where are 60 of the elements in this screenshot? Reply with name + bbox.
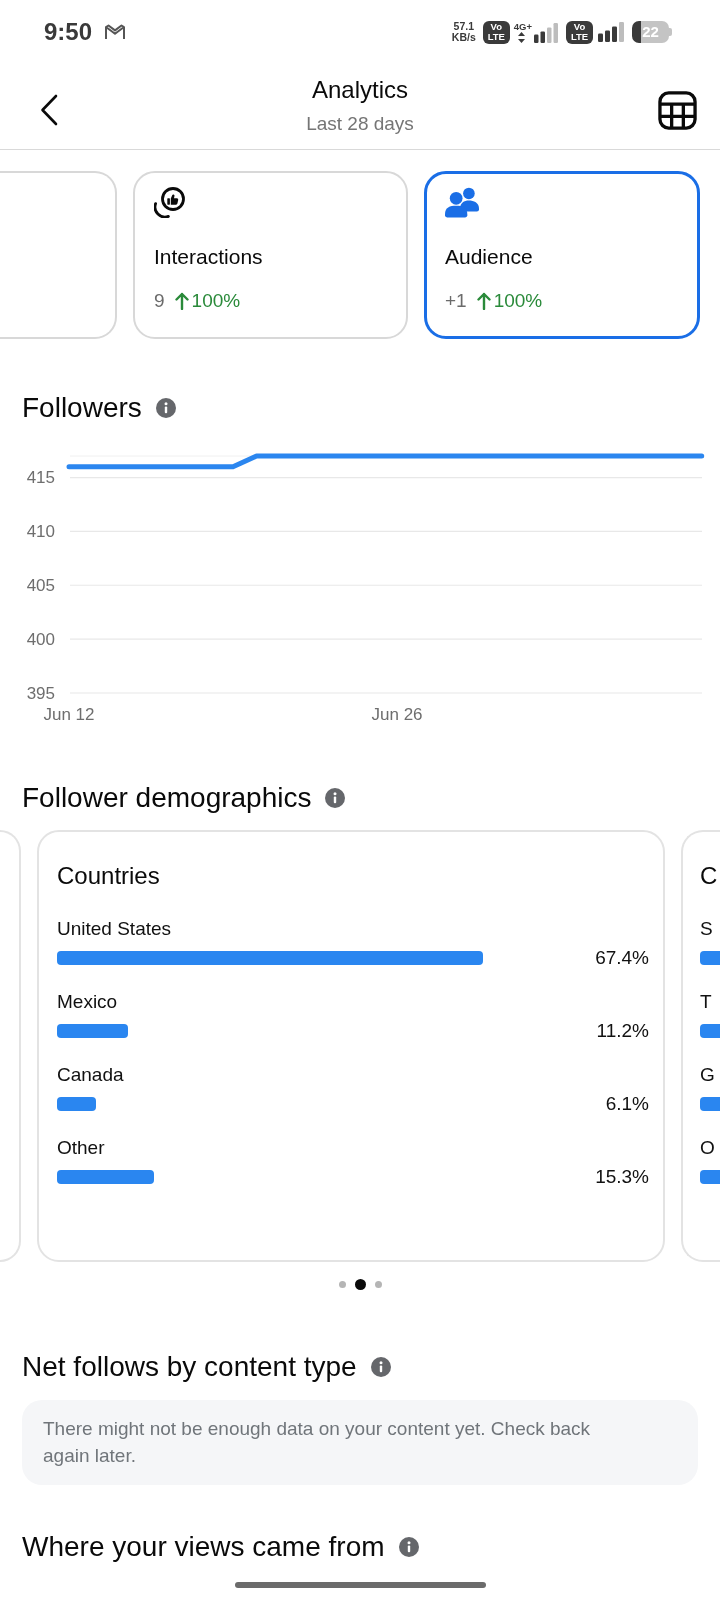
info-icon[interactable] — [370, 1357, 391, 1377]
metric-label: Audience — [445, 244, 533, 270]
y-axis-label: 415 — [26, 468, 55, 488]
share-bar — [700, 951, 720, 965]
country-label: Mexico — [57, 990, 118, 1014]
card-title: Countries — [57, 861, 161, 891]
percentage-value: 67.4% — [595, 946, 649, 970]
section-title: Net follows by content type — [22, 1350, 357, 1384]
battery-indicator: 22 — [632, 21, 672, 43]
change-percent: 100% — [493, 289, 543, 313]
metric-card[interactable]: Interactions 9 100% — [133, 171, 408, 339]
metric-label: Interactions — [154, 244, 263, 270]
country-bar — [57, 1097, 96, 1111]
row-label: O — [700, 1136, 715, 1160]
metric-value: 9 — [154, 289, 165, 313]
change-percent: 100% — [191, 289, 241, 313]
info-icon[interactable] — [155, 398, 176, 418]
section-title: Where your views came from — [22, 1530, 385, 1564]
x-axis-label: Jun 26 — [371, 705, 423, 725]
people-icon — [445, 186, 479, 218]
network-speed: 57.1 KB/s — [451, 21, 476, 43]
thumbs-up-icon — [154, 186, 186, 218]
notice-text: There might not be enough data on your content yet. Check back again later. — [43, 1417, 592, 1469]
metric-value: +1 — [445, 289, 467, 313]
percentage-value: 11.2% — [596, 1019, 649, 1043]
percentage-value: 6.1% — [605, 1092, 649, 1116]
share-bar — [700, 1097, 720, 1111]
row-label: T — [700, 990, 712, 1014]
row-label: G — [700, 1063, 715, 1087]
percentage-value: 15.3% — [595, 1165, 649, 1189]
country-bar — [57, 1024, 128, 1038]
info-icon[interactable] — [325, 788, 346, 808]
section-title: Followers — [22, 391, 142, 425]
page-subtitle: Last 28 days — [306, 112, 414, 136]
y-axis-label: 395 — [26, 683, 55, 703]
data-transfer-icon — [517, 32, 525, 43]
country-label: Other — [57, 1136, 105, 1160]
row-label: S — [700, 917, 713, 941]
metric-card[interactable]: Audience +1 100% — [424, 171, 700, 339]
x-axis-label: Jun 12 — [43, 705, 95, 725]
mail-icon — [104, 24, 127, 40]
network-type: 4G+ — [513, 21, 532, 32]
country-label: Canada — [57, 1063, 124, 1087]
share-bar — [700, 1024, 720, 1038]
back-icon[interactable] — [40, 94, 58, 126]
signal-icon — [597, 22, 625, 42]
signal-icon — [533, 23, 559, 43]
volte-badge: Vo LTE — [566, 20, 593, 44]
info-icon[interactable] — [398, 1537, 419, 1557]
volte-badge: Vo LTE — [482, 20, 510, 44]
page-title: Analytics — [311, 75, 408, 105]
y-axis-label: 405 — [26, 575, 55, 595]
clock-time: 9:50 — [44, 18, 93, 46]
y-axis-label: 400 — [26, 629, 55, 649]
card-title: C — [700, 861, 718, 891]
table-icon[interactable] — [658, 91, 697, 130]
y-axis-label: 410 — [26, 521, 55, 541]
country-label: United States — [57, 917, 172, 941]
share-bar — [700, 1170, 720, 1184]
section-title: Follower demographics — [22, 781, 312, 815]
